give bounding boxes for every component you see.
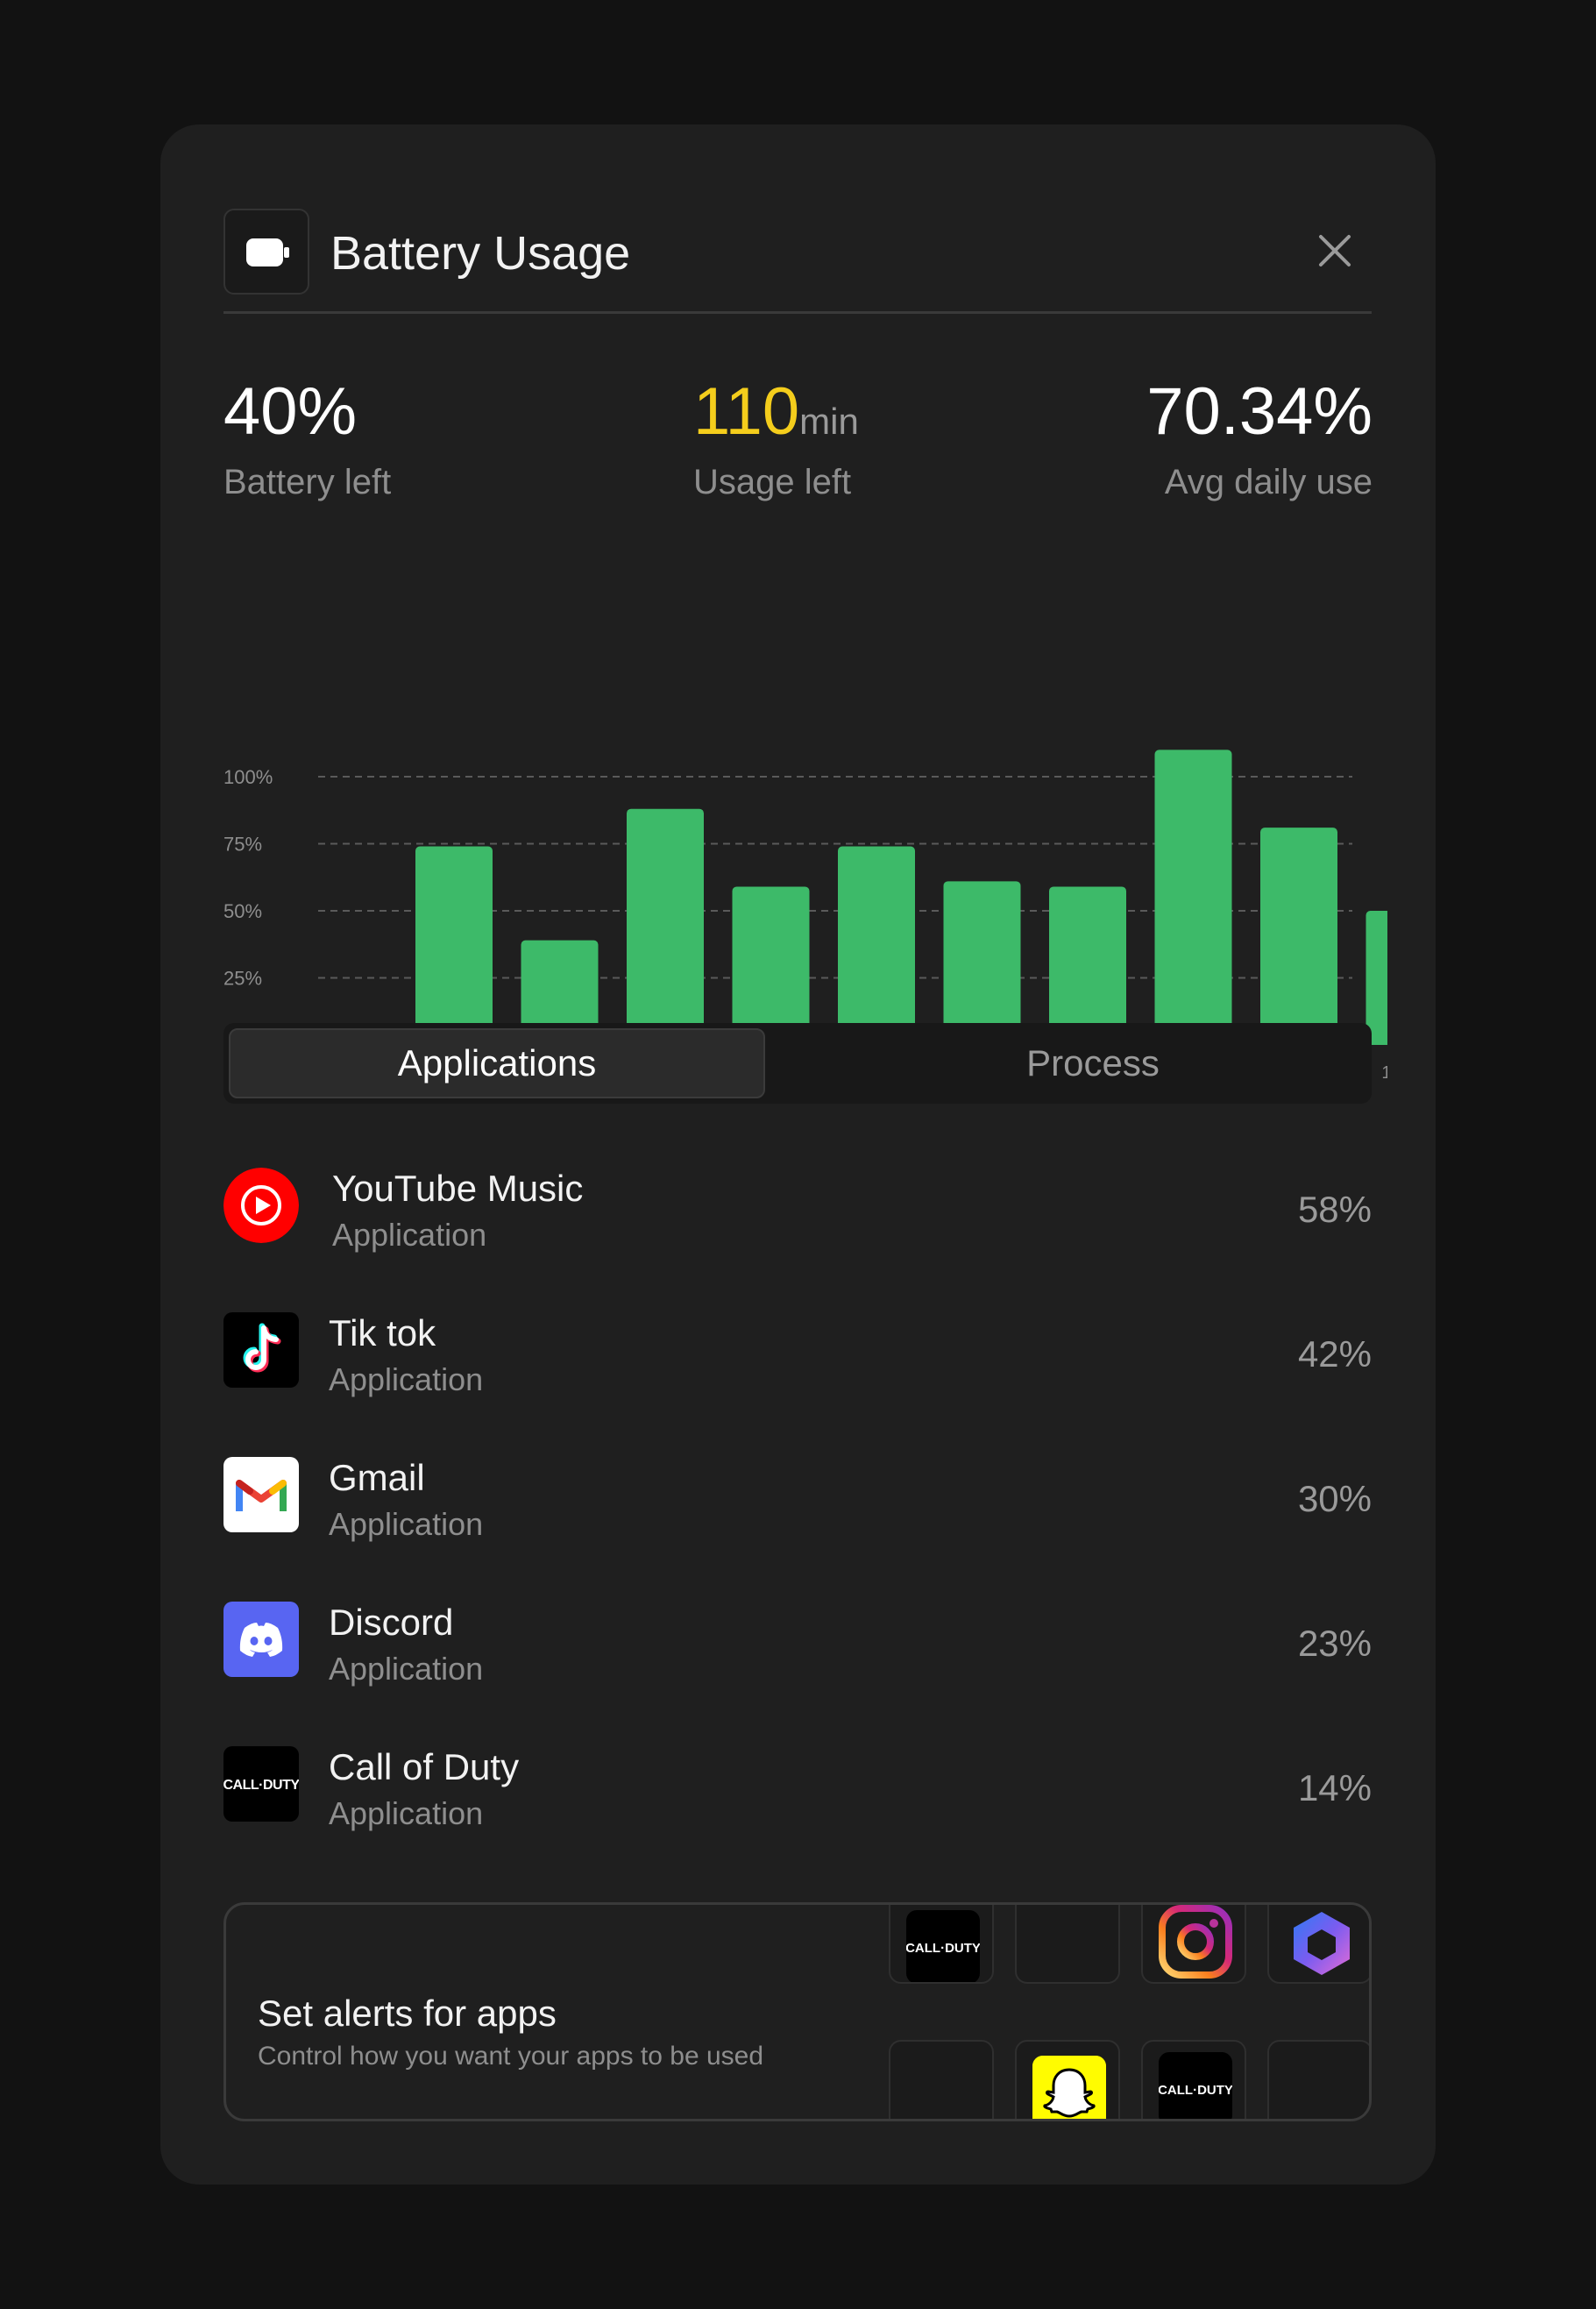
tile-copilot xyxy=(1267,1905,1369,1984)
battery-bar-chart: 0%25%50%75%100%6AM8AM10AM12PM2PM4PM6PM8P… xyxy=(223,750,1388,1083)
app-type: Application xyxy=(329,1506,484,1542)
battery-icon xyxy=(223,209,309,295)
app-list: YouTube Music Application 58% Tik tok Ap… xyxy=(223,1168,1372,1891)
close-icon[interactable] xyxy=(1310,226,1359,275)
stat-label: Battery left xyxy=(223,463,392,501)
tile-empty xyxy=(1267,2040,1369,2119)
stat-value: 70.34% xyxy=(1146,374,1373,449)
app-type: Application xyxy=(332,1217,487,1253)
list-item-tiktok[interactable]: Tik tok Application 42% xyxy=(223,1312,1372,1457)
tile-call-of-duty: CALL·DUTY xyxy=(889,1905,994,1984)
bar-12am[interactable] xyxy=(1365,911,1388,1045)
svg-text:CALL·DUTY: CALL·DUTY xyxy=(906,1941,980,1956)
app-name: Tik tok xyxy=(329,1312,436,1353)
stat-avg-daily-use: 70.34% Avg daily use xyxy=(1146,379,1373,502)
alerts-title: Set alerts for apps xyxy=(258,1993,557,2034)
app-type: Application xyxy=(329,1361,484,1397)
app-percent: 42% xyxy=(1297,1333,1372,1375)
app-percent: 14% xyxy=(1297,1767,1372,1808)
discord-icon xyxy=(223,1602,299,1677)
y-tick-label: 75% xyxy=(223,834,262,856)
svg-text:CALL·DUTY: CALL·DUTY xyxy=(1159,2083,1232,2098)
stat-label: Usage left xyxy=(693,463,852,501)
bar-2pm[interactable] xyxy=(838,846,915,1045)
call-of-duty-icon: CALL·DUTY xyxy=(1159,2052,1232,2119)
app-name: Call of Duty xyxy=(329,1746,520,1787)
app-name: Gmail xyxy=(329,1457,425,1498)
list-item-discord[interactable]: Discord Application 23% xyxy=(223,1602,1372,1746)
stat-value: 110 xyxy=(693,374,800,449)
tile-snapchat xyxy=(1015,2040,1120,2119)
app-type: Application xyxy=(329,1795,484,1831)
bar-8pm[interactable] xyxy=(1154,750,1232,1045)
alerts-subtitle: Control how you want your apps to be use… xyxy=(258,2042,764,2071)
bar-12pm[interactable] xyxy=(732,886,810,1045)
page-title: Battery Usage xyxy=(330,227,631,280)
app-type: Application xyxy=(329,1651,484,1687)
x-tick-label: 12AM xyxy=(1381,1063,1387,1083)
tab-applications[interactable]: Applications xyxy=(229,1028,765,1098)
stat-usage-left: 110min Usage left xyxy=(693,379,859,502)
stat-label: Avg daily use xyxy=(1164,463,1373,501)
bar-4pm[interactable] xyxy=(943,881,1021,1045)
call-of-duty-icon: CALL·DUTY xyxy=(223,1746,299,1822)
list-item-gmail[interactable]: Gmail Application 30% xyxy=(223,1457,1372,1602)
y-tick-label: 100% xyxy=(223,766,273,788)
svg-text:CALL·DUTY: CALL·DUTY xyxy=(223,1778,299,1793)
tile-empty xyxy=(889,2040,994,2119)
instagram-icon xyxy=(1159,1905,1232,1979)
bar-6am[interactable] xyxy=(415,846,493,1045)
tile-call-of-duty: CALL·DUTY xyxy=(1141,2040,1246,2119)
stat-value: 40% xyxy=(223,374,358,449)
gmail-icon xyxy=(223,1457,299,1532)
app-name: Discord xyxy=(329,1602,454,1643)
y-tick-label: 50% xyxy=(223,900,262,922)
list-item-call-of-duty[interactable]: CALL·DUTY Call of Duty Application 14% xyxy=(223,1746,1372,1891)
app-percent: 23% xyxy=(1297,1623,1372,1664)
tile-instagram xyxy=(1141,1905,1246,1984)
set-alerts-card[interactable]: Set alerts for apps Control how you want… xyxy=(223,1902,1372,2121)
bar-10pm[interactable] xyxy=(1260,828,1337,1045)
bar-10am[interactable] xyxy=(627,808,704,1045)
app-percent: 58% xyxy=(1297,1189,1372,1230)
list-item-youtube-music[interactable]: YouTube Music Application 58% xyxy=(223,1168,1372,1312)
tiktok-icon xyxy=(223,1312,299,1388)
youtube-music-icon xyxy=(223,1168,299,1243)
tile-empty xyxy=(1015,1905,1120,1984)
stat-battery-left: 40% Battery left xyxy=(223,379,391,502)
bar-6pm[interactable] xyxy=(1049,886,1126,1045)
snapchat-icon xyxy=(1032,2056,1106,2119)
tab-process[interactable]: Process xyxy=(825,1028,1361,1098)
tab-bar: Applications Process xyxy=(223,1023,1372,1104)
app-percent: 30% xyxy=(1297,1478,1372,1519)
copilot-icon xyxy=(1285,1907,1358,1980)
header: Battery Usage xyxy=(223,209,1372,314)
y-tick-label: 25% xyxy=(223,968,262,990)
call-of-duty-icon: CALL·DUTY xyxy=(906,1910,980,1982)
app-name: YouTube Music xyxy=(332,1168,584,1209)
battery-usage-card: Battery Usage 40% Battery left 110min Us… xyxy=(160,124,1436,2185)
stat-unit: min xyxy=(799,401,859,442)
